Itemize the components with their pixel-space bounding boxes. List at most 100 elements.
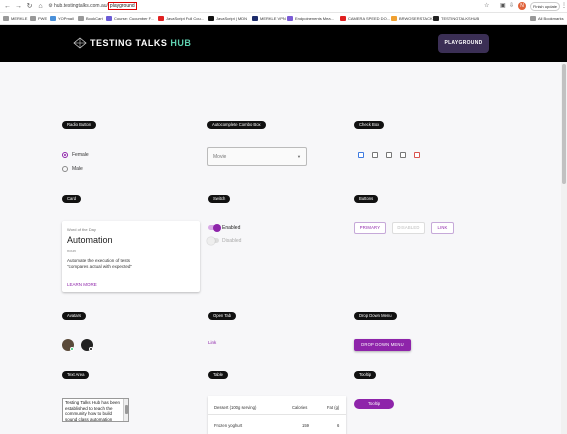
switch-knob (207, 236, 215, 245)
url-field[interactable]: hub.testingtalks.com.au/playground (54, 2, 137, 11)
bookmark-item[interactable]: BRWOSERSTACK (391, 15, 433, 23)
home-icon[interactable]: ⌂ (36, 2, 45, 11)
scrollbar-thumb[interactable] (562, 64, 566, 184)
all-bookmarks[interactable]: All Bookmarks (530, 15, 564, 23)
switch-disabled: Disabled (207, 236, 241, 245)
section-label-avatars: Avatars (62, 312, 87, 320)
section-label-table: Table (208, 371, 229, 379)
chevron-down-icon[interactable]: ▼ (297, 154, 301, 159)
site-logo[interactable]: TESTING TALKS HUB (90, 38, 191, 48)
logo-mark-icon (73, 37, 87, 49)
section-label-card: Card (62, 195, 82, 203)
combo-placeholder: Movie (213, 154, 227, 160)
section-label-open-tab: Open Tab (208, 312, 237, 320)
switch-track-disabled (207, 236, 219, 245)
playground-button[interactable]: PLAYGROUND (438, 34, 489, 53)
dessert-table: Dessert (100g serving) Calories Fat (g) … (208, 396, 346, 434)
bookmark-item[interactable]: MERKLE VPN (252, 15, 286, 23)
text-area-scrollbar[interactable] (123, 399, 128, 421)
section-label-buttons: Buttons (354, 195, 379, 203)
switch-track[interactable] (208, 223, 221, 232)
checkbox-1[interactable] (358, 152, 364, 158)
card-body-line-2: "compares actual with expected" (67, 264, 132, 269)
table-header: Fat (g) (327, 405, 340, 410)
word-of-day-card: Word of the Day Automation noun Automate… (62, 221, 200, 292)
bookmark-item[interactable]: PWE (30, 15, 47, 23)
radio-checked-icon[interactable] (62, 151, 68, 158)
table-cell: 159 (302, 423, 309, 428)
movie-combo-box[interactable]: Movie ▼ (207, 147, 307, 166)
youtube-icon (340, 16, 346, 22)
section-label-switch: Switch (208, 195, 231, 203)
endpoint-icon (287, 16, 293, 22)
radio-female[interactable]: Female (62, 151, 89, 159)
card-part-of-speech: noun (67, 248, 76, 253)
section-label-autocomplete: Autocomplete Combo Box (207, 121, 266, 129)
switch-enabled[interactable]: Enabled (208, 223, 240, 232)
bookmark-item[interactable]: CAMERA SPEED DO... (340, 15, 390, 23)
avatar[interactable] (62, 339, 74, 351)
card-title: Automation (67, 235, 113, 245)
bookmark-star-icon[interactable]: ☆ (484, 2, 489, 11)
reload-icon[interactable]: ↻ (25, 2, 34, 11)
folder-icon (530, 16, 536, 22)
dropdown-menu-button[interactable]: DROP DOWN MENU (354, 339, 411, 351)
bookcart-icon (78, 16, 84, 22)
section-label-radio: Radio Button (62, 121, 97, 129)
url-path-highlight: playground (107, 2, 137, 10)
browser-address-bar: ← → ↻ ⌂ ⚙ hub.testingtalks.com.au/playgr… (0, 0, 567, 13)
online-status-icon (70, 347, 74, 351)
section-label-textarea: Text Area (62, 371, 90, 379)
profile-avatar[interactable]: N (518, 2, 526, 10)
finish-update-button[interactable]: Finish update (530, 2, 560, 11)
forward-icon[interactable]: → (14, 2, 23, 11)
bookmark-item[interactable]: MERKLE (3, 15, 27, 23)
folder-icon (30, 16, 36, 22)
checkbox-5[interactable] (414, 152, 420, 158)
card-body-line-1: Automate the execution of tests (67, 258, 131, 263)
radio-male[interactable]: Male (62, 165, 83, 173)
mdn-icon (208, 16, 214, 22)
learn-more-button[interactable]: LEARN MORE (67, 282, 97, 287)
bookmark-item[interactable]: Course: Cucumber F... (106, 15, 154, 23)
yopmail-icon (50, 16, 56, 22)
youtube-icon (158, 16, 164, 22)
table-header: Calories (292, 405, 308, 410)
url-prefix: hub.testingtalks.com.au/ (54, 3, 108, 9)
text-area[interactable]: Testing Talks Hub has been established t… (62, 398, 129, 422)
open-tab-link[interactable]: Link (208, 340, 216, 345)
tooltip-button[interactable]: Tooltip (354, 399, 394, 409)
card-overline: Word of the Day (67, 227, 96, 232)
bookmark-item[interactable]: JavaScript Full Cou... (158, 15, 204, 23)
avatar[interactable] (81, 339, 93, 351)
text-area-value: Testing Talks Hub has been established t… (65, 400, 120, 422)
bookmark-item[interactable]: BookCart (78, 15, 103, 23)
course-icon (106, 16, 112, 22)
folder-icon (3, 16, 9, 22)
link-button[interactable]: LINK (431, 222, 454, 234)
testingtalks-icon (433, 16, 439, 22)
bookmark-item[interactable]: TESTINGTALKSHUB (433, 15, 479, 23)
checkbox-4[interactable] (400, 152, 406, 158)
checkbox-3[interactable] (386, 152, 392, 158)
back-icon[interactable]: ← (3, 2, 12, 11)
radio-unchecked-icon[interactable] (62, 165, 68, 172)
checkbox-2[interactable] (372, 152, 378, 158)
site-header: TESTING TALKS HUB PLAYGROUND (0, 25, 567, 62)
table-header: Dessert (100g serving) (214, 405, 257, 410)
table-cell: Frozen yoghurt (214, 423, 243, 428)
table-divider (208, 414, 346, 415)
scrollbar-thumb[interactable] (125, 405, 128, 414)
section-label-checkbox: Check Box (354, 121, 385, 129)
merkle-icon (252, 16, 258, 22)
switch-knob (213, 223, 221, 232)
menu-icon[interactable]: ⋮ (561, 2, 567, 11)
bookmark-item[interactable]: JavaScript | MDN (208, 15, 247, 23)
page-scrollbar[interactable] (561, 62, 567, 434)
bookmark-item[interactable]: Endpoinenents Mea... (287, 15, 334, 23)
status-badge-icon (89, 347, 93, 351)
extensions-icon[interactable]: ▣ (500, 2, 506, 11)
primary-button[interactable]: PRIMARY (354, 222, 386, 234)
downloads-icon[interactable]: ⇩ (509, 2, 514, 11)
bookmark-item[interactable]: YOPmail (50, 15, 74, 23)
